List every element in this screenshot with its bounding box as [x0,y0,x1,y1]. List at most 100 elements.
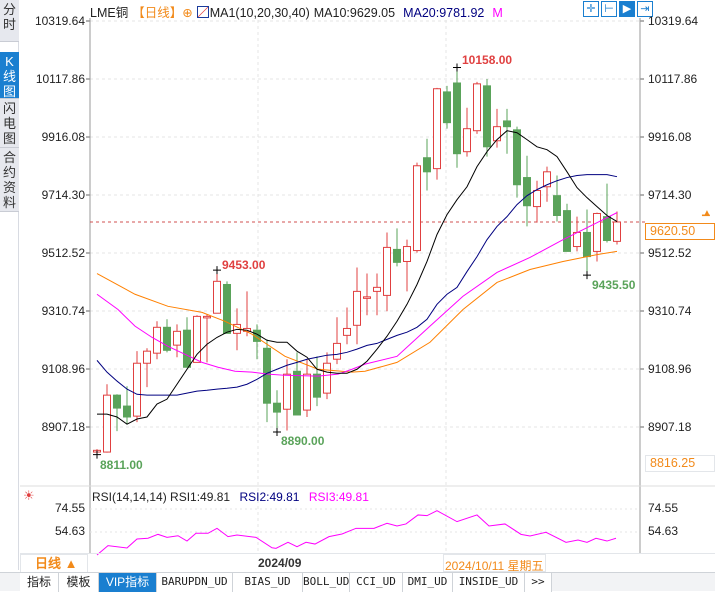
price-axis-label-left: 9916.08 [41,130,85,144]
price-axis-label-right: 10117.86 [648,72,698,86]
tab-templates[interactable]: 模板 [59,573,99,592]
candle-down [453,82,461,155]
candle-down [393,248,401,263]
ma-chart-icon[interactable] [196,6,209,18]
crosshair-icon[interactable]: ✛ [583,1,599,17]
candle-up [283,373,291,410]
candle-up [193,315,201,363]
rsi-left-label: 74.55 [54,501,85,515]
candle-up [573,231,581,248]
ma30-value: M [492,6,503,20]
candle-up [343,327,351,336]
recent-low-annotation: 9435.50 [592,278,636,292]
candle-down [523,177,531,207]
rsi-settings-icon[interactable]: ☀ [23,488,35,504]
candle-down [483,85,491,148]
scroll-up-icon[interactable]: ▲ ▔ [702,209,712,227]
range-icon[interactable]: ⊢ [601,1,617,17]
low-annotation: 8811.00 [100,458,143,472]
period-selector[interactable]: 日线 ▲ [20,554,88,573]
month-label: 2024/09 [258,556,302,570]
candle-up [493,126,501,142]
candle-up [303,373,311,411]
candle-up [473,83,481,132]
candle-down [263,347,271,404]
candle-up [173,330,181,346]
candle-down [513,129,521,186]
extreme-marker [213,266,221,275]
rsi3-value: RSI3:49.81 [308,490,369,504]
candle-up [463,128,471,153]
price-axis-label-right: 9916.08 [648,130,692,144]
tab-bias[interactable]: BIAS_UD [233,573,303,592]
candle-up [383,246,391,296]
local-high-annotation: 9453.00 [222,258,266,272]
tab-inside[interactable]: INSIDE_UD [453,573,525,592]
candle-down [313,373,321,398]
price-axis-label-left: 10319.64 [34,14,85,28]
price-axis-label-right: 9108.96 [648,362,692,376]
tab-cci[interactable]: CCI_UD [350,573,403,592]
candle-down [293,370,301,416]
candle-up [533,189,541,208]
rsi2-value: RSI2:49.81 [239,490,300,504]
candle-up [333,342,341,360]
price-axis-label-left: 10117.86 [35,72,85,86]
play-range-icon[interactable]: ▶ [619,1,635,17]
min-price-label: 8816.25 [645,455,715,472]
ma20-value: MA20:9781.92 [403,6,485,20]
candle-down [553,195,561,216]
add-indicator-icon[interactable]: ⊕ [182,6,192,20]
candle-down [223,283,231,334]
candle-down [183,329,191,368]
local-low-annotation: 8890.00 [281,434,325,448]
cursor-date: 2024/10/11 星期五 [443,554,546,573]
price-axis-label-left: 8907.18 [41,420,85,434]
candle-up [433,88,441,170]
indicator-tab-bar: 指标 模板 VIP指标 BARUPDN_UD BIAS_UD BOLL_UD C… [0,572,715,592]
tab-indicators[interactable]: 指标 [20,573,59,592]
price-axis-label-left: 9310.74 [41,304,85,318]
candle-down [583,231,591,258]
price-axis-label-left: 9108.96 [41,362,85,376]
price-axis-label-left: 9714.30 [41,188,85,202]
price-axis-label-right: 9714.30 [648,188,692,202]
price-axis-label-right: 9310.74 [648,304,692,318]
high-annotation: 10158.00 [462,53,513,67]
tab-more[interactable]: >> [525,573,552,592]
rsi-params: RSI(14,14,14) RSI1:49.81 [92,490,231,504]
candle-up [363,296,371,299]
symbol-name: LME铜 [90,6,129,20]
candle-up [353,290,361,326]
tab-vip-indicators[interactable]: VIP指标 [99,573,157,592]
candle-down [123,405,131,418]
extreme-marker [453,63,461,72]
candle-up [373,286,381,292]
rsi-header: RSI(14,14,14) RSI1:49.81 RSI2:49.81 RSI3… [92,490,369,504]
price-axis-label-right: 9512.52 [648,246,692,260]
candle-down [273,402,281,413]
candle-up [613,221,621,242]
candle-up [593,212,601,252]
candle-up [143,350,151,364]
tab-barupdn[interactable]: BARUPDN_UD [157,573,233,592]
candle-up [203,315,211,319]
extreme-marker [273,427,281,436]
candle-down [423,157,431,173]
rsi-right-label: 54.63 [648,524,679,538]
chart-header: LME铜 【日线】⊕ MA1(10,20,30,40) MA10:9629.05 MA2… [90,2,507,21]
candle-down [603,216,611,242]
rsi-left-label: 54.63 [54,524,85,538]
candle-up [103,394,111,453]
period-label[interactable]: 【日线】 [132,6,182,20]
ma10-value: MA10:9629.05 [313,6,396,20]
candle-up [413,165,421,252]
price-axis-label-right: 10319.64 [648,14,699,28]
candle-up [403,246,411,262]
candle-down [113,394,121,409]
candle-down [503,120,511,128]
tab-boll[interactable]: BOLL_UD [303,573,350,592]
extreme-marker [583,271,591,280]
date-bar: 日线 ▲ 2024/09 2024/10/11 星期五 [20,553,715,573]
tab-dmi[interactable]: DMI_UD [403,573,453,592]
